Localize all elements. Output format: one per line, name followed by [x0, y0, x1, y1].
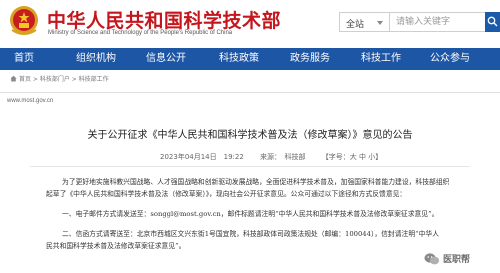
font-size-switcher[interactable]: 【字号：大 中 小】	[322, 153, 382, 161]
search-input[interactable]	[389, 12, 485, 32]
site-title: 中华人民共和国科学技术部	[47, 10, 282, 32]
search-button[interactable]	[485, 12, 500, 32]
article-source: 来源： 科技部	[260, 153, 306, 161]
header-divider	[0, 92, 500, 93]
search-icon	[487, 16, 498, 27]
site-subtitle: Ministry of Science and Technology of th…	[48, 30, 233, 36]
search-scope-select[interactable]: 全站	[339, 12, 389, 32]
paragraph-letter-line1: 二、信函方式请寄送至：北京市西城区文兴东街1号国宜院，科技部政体司政策法规处（邮…	[62, 230, 439, 238]
nav-item-policy[interactable]: 科技政策	[219, 48, 259, 70]
search-scope-label: 全站	[346, 20, 365, 30]
paragraph-intro-line2: 起草了《中华人民共和国科学技术普及法（修改草案）》，现向社会公开征求意见。公众可…	[46, 190, 407, 198]
nav-item-info-disclosure[interactable]: 信息公开	[146, 48, 186, 70]
paragraph-intro-line1: 为了更好地实施科教兴国战略、人才强国战略和创新驱动发展战略，全面促进科学技术普及…	[62, 178, 450, 186]
article: 关于公开征求《中华人民共和国科学技术普及法（修改草案）》意见的公告 2023年0…	[0, 108, 500, 273]
main-nav: 首页 组织机构 信息公开 科技政策 政务服务 科技工作 公众参与	[0, 48, 500, 70]
watermark-text: 医职帮	[443, 255, 471, 265]
national-emblem-icon	[10, 6, 38, 35]
site-header: 中华人民共和国科学技术部 Ministry of Science and Tec…	[0, 0, 500, 48]
nav-item-organization[interactable]: 组织机构	[76, 48, 116, 70]
paragraph-email: 一、电子邮件方式请发送至：songgl@most.gov.cn，邮件标题请注明“…	[62, 210, 439, 218]
meta-divider	[30, 166, 470, 167]
article-title: 关于公开征求《中华人民共和国科学技术普及法（修改草案）》意见的公告	[87, 130, 413, 141]
chevron-down-icon	[377, 21, 383, 25]
nav-item-services[interactable]: 政务服务	[290, 48, 330, 70]
nav-item-home[interactable]: 首页	[14, 48, 34, 70]
page-url: www.most.gov.cn	[7, 98, 54, 104]
paragraph-letter-line2: 民共和国科学技术普及法修改草案征求意见”。	[46, 242, 186, 250]
home-icon	[10, 75, 17, 82]
article-date: 2023年04月14日 19:22	[160, 153, 244, 161]
wechat-icon	[424, 253, 440, 265]
breadcrumb-text[interactable]: 首页 > 科技部门户 > 科技部工作	[19, 76, 109, 83]
nav-item-public-participation[interactable]: 公众参与	[430, 48, 470, 70]
nav-item-sci-tech-work[interactable]: 科技工作	[361, 48, 401, 70]
breadcrumb: 首页 > 科技部门户 > 科技部工作	[10, 74, 109, 83]
article-meta: 2023年04月14日 19:22 来源： 科技部 【字号：大 中 小】	[160, 152, 396, 162]
